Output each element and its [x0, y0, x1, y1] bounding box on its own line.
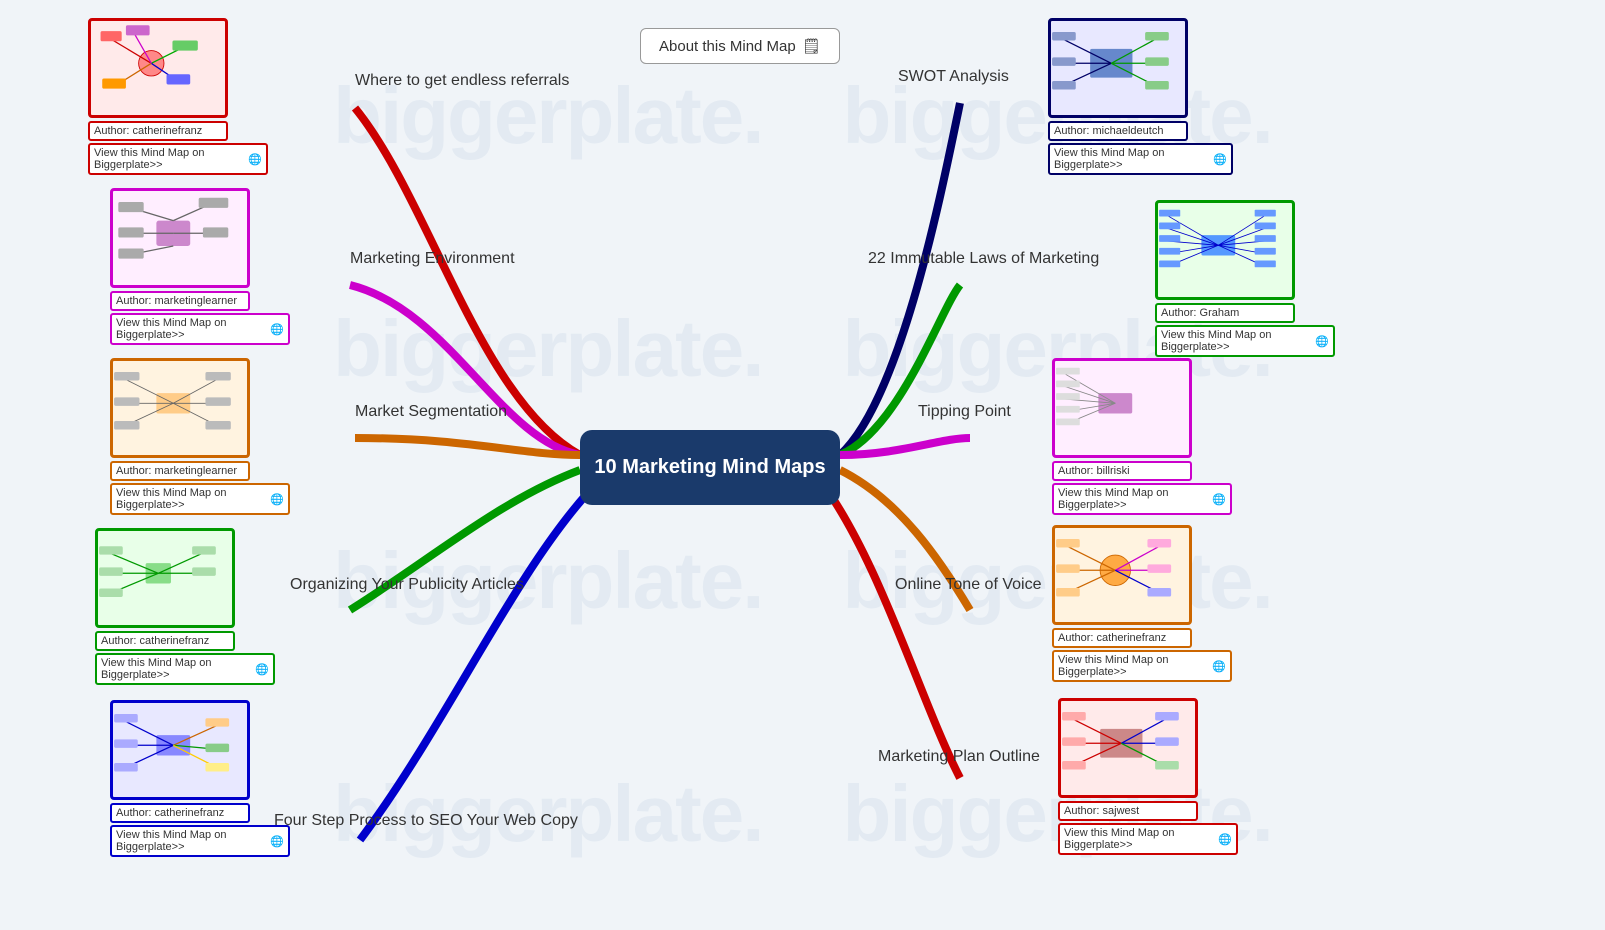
label-tipping: Tipping Point	[918, 403, 1011, 421]
globe-icon: 🌐	[248, 153, 262, 166]
about-label: About this Mind Map	[659, 38, 796, 55]
center-label: 10 Marketing Mind Maps	[594, 456, 825, 479]
card-segmentation: Author: marketinglearner View this Mind …	[110, 358, 290, 515]
label-plan: Marketing Plan Outline	[878, 748, 1040, 766]
author-seo: Author: catherinefranz	[110, 803, 250, 823]
card-tipping: Author: billriski View this Mind Map on …	[1052, 358, 1232, 515]
globe-icon-3: 🌐	[270, 493, 284, 506]
center-node: 10 Marketing Mind Maps	[580, 430, 840, 505]
link-laws[interactable]: View this Mind Map on Biggerplate>> 🌐	[1155, 325, 1335, 357]
globe-icon-8: 🌐	[1212, 493, 1226, 506]
link-environment[interactable]: View this Mind Map on Biggerplate>> 🌐	[110, 313, 290, 345]
label-environment: Marketing Environment	[350, 250, 515, 268]
link-tone[interactable]: View this Mind Map on Biggerplate>> 🌐	[1052, 650, 1232, 682]
card-img-plan	[1058, 698, 1198, 798]
link-tipping[interactable]: View this Mind Map on Biggerplate>> 🌐	[1052, 483, 1232, 515]
globe-icon-10: 🌐	[1218, 833, 1232, 846]
card-environment: Author: marketinglearner View this Mind …	[110, 188, 290, 345]
author-laws: Author: Graham	[1155, 303, 1295, 323]
card-img-publicity	[95, 528, 235, 628]
note-icon: 🗒	[802, 37, 821, 55]
card-img-swot	[1048, 18, 1188, 118]
card-img-seo	[110, 700, 250, 800]
card-seo: Author: catherinefranz View this Mind Ma…	[110, 700, 290, 857]
globe-icon-4: 🌐	[255, 663, 269, 676]
link-segmentation[interactable]: View this Mind Map on Biggerplate>> 🌐	[110, 483, 290, 515]
label-publicity: Organizing Your Publicity Articles	[290, 576, 524, 594]
card-img-referrals	[88, 18, 228, 118]
globe-icon-9: 🌐	[1212, 660, 1226, 673]
author-plan: Author: sajwest	[1058, 801, 1198, 821]
globe-icon-6: 🌐	[1213, 153, 1227, 166]
author-environment: Author: marketinglearner	[110, 291, 250, 311]
label-tone: Online Tone of Voice	[895, 576, 1041, 594]
link-plan[interactable]: View this Mind Map on Biggerplate>> 🌐	[1058, 823, 1238, 855]
link-seo[interactable]: View this Mind Map on Biggerplate>> 🌐	[110, 825, 290, 857]
label-seo: Four Step Process to SEO Your Web Copy	[274, 812, 578, 830]
label-laws: 22 Immutable Laws of Marketing	[868, 250, 1099, 268]
author-tone: Author: catherinefranz	[1052, 628, 1192, 648]
about-button[interactable]: About this Mind Map 🗒	[640, 28, 840, 64]
link-swot[interactable]: View this Mind Map on Biggerplate>> 🌐	[1048, 143, 1233, 175]
globe-icon-2: 🌐	[270, 323, 284, 336]
author-tipping: Author: billriski	[1052, 461, 1192, 481]
link-referrals[interactable]: View this Mind Map on Biggerplate>> 🌐	[88, 143, 268, 175]
card-laws: Author: Graham View this Mind Map on Big…	[1155, 200, 1335, 357]
author-referrals: Author: catherinefranz	[88, 121, 228, 141]
author-publicity: Author: catherinefranz	[95, 631, 235, 651]
card-publicity: Author: catherinefranz View this Mind Ma…	[95, 528, 275, 685]
card-referrals: Author: catherinefranz View this Mind Ma…	[88, 18, 268, 175]
card-img-tone	[1052, 525, 1192, 625]
card-plan: Author: sajwest View this Mind Map on Bi…	[1058, 698, 1238, 855]
author-swot: Author: michaeldeutch	[1048, 121, 1188, 141]
label-referrals: Where to get endless referrals	[355, 72, 569, 90]
card-img-tipping	[1052, 358, 1192, 458]
globe-icon-7: 🌐	[1315, 335, 1329, 348]
author-segmentation: Author: marketinglearner	[110, 461, 250, 481]
globe-icon-5: 🌐	[270, 835, 284, 848]
link-publicity[interactable]: View this Mind Map on Biggerplate>> 🌐	[95, 653, 275, 685]
label-swot: SWOT Analysis	[898, 68, 1009, 86]
card-tone: Author: catherinefranz View this Mind Ma…	[1052, 525, 1232, 682]
card-img-segmentation	[110, 358, 250, 458]
label-segmentation: Market Segmentation	[355, 403, 507, 421]
card-img-environment	[110, 188, 250, 288]
card-img-laws	[1155, 200, 1295, 300]
card-swot: Author: michaeldeutch View this Mind Map…	[1048, 18, 1233, 175]
